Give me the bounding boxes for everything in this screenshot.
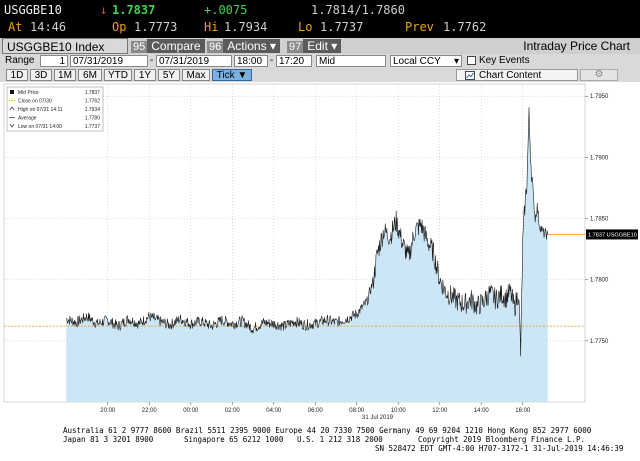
- open-value: 1.7773: [134, 20, 178, 34]
- period-5y-button[interactable]: 5Y: [158, 69, 180, 81]
- x-tick-label: 12:00: [432, 408, 448, 414]
- y-tick-label: 1.7950: [590, 94, 609, 100]
- gear-icon: ⚙: [594, 69, 604, 80]
- x-tick-label: 08:00: [349, 408, 365, 414]
- chart-content-icon: [465, 71, 475, 80]
- prev-value: 1.7762: [443, 20, 487, 34]
- title-bar: USGGBE10 Index 95 Compare 96 Actions ▾ 97 E…: [0, 38, 640, 54]
- price-chart[interactable]: 20:00 22:00 00:00 02:00 04:00 06:00 08:00 10:00…: [0, 82, 640, 425]
- down-arrow-icon: ↓: [100, 3, 108, 17]
- y-tick-label: 1.7750: [590, 339, 609, 345]
- legend-item-label: High on 07/31 14:11: [18, 107, 63, 113]
- period-1m-button[interactable]: 1M: [54, 69, 76, 81]
- footer-contacts-japan: Japan 81 3 3201 8900: [63, 435, 154, 444]
- legend-swatch-icon: [10, 90, 14, 94]
- low-label: Lo: [298, 20, 313, 34]
- x-tick-label: 00:00: [183, 408, 199, 414]
- x-tick-label: 02:00: [225, 408, 241, 414]
- period-max-button[interactable]: Max: [182, 69, 210, 81]
- actions-label: Actions: [227, 39, 267, 53]
- tick-select[interactable]: Tick ▼: [212, 69, 252, 81]
- y-tick-label: 1.7850: [590, 217, 609, 223]
- edit-menu[interactable]: 97 Edit ▾: [287, 38, 342, 54]
- quote-ticker: USGGBE10: [4, 3, 62, 17]
- start-time-field[interactable]: 18:00: [234, 55, 268, 67]
- footer-session-info: SN 528472 EDT GMT-4:00 H707-3172-1 31-Ju…: [375, 444, 624, 453]
- footer-copyright: Copyright 2019 Bloomberg Finance L.P.: [418, 435, 586, 444]
- x-tick-label: 04:00: [266, 408, 282, 414]
- currency-select[interactable]: Local CCY ▾: [390, 55, 462, 67]
- period-6m-button[interactable]: 6M: [78, 69, 102, 81]
- start-date-field[interactable]: 07/31/2019: [70, 55, 148, 67]
- legend-item-value: 1.7837: [85, 90, 101, 96]
- legend-item-value: 1.7762: [85, 99, 101, 105]
- actions-dropdown-icon: ▾: [269, 39, 276, 53]
- x-tick-label: 16:00: [515, 408, 531, 414]
- at-label: At: [8, 20, 23, 34]
- chart-content-button[interactable]: Chart Content: [456, 69, 578, 81]
- range-label: Range: [5, 55, 35, 66]
- footer-contacts-singapore: Singapore 65 6212 1000: [184, 435, 284, 444]
- last-price: 1.7837: [112, 3, 156, 17]
- chart-title: Intraday Price Chart: [523, 39, 630, 53]
- x-tick-label: 20:00: [100, 408, 116, 414]
- open-label: Op: [112, 20, 127, 34]
- legend-item-value: 1.7780: [85, 116, 101, 122]
- low-value: 1.7737: [320, 20, 364, 34]
- legend-item-value: 1.7737: [85, 124, 101, 130]
- key-events-toggle[interactable]: Key Events: [467, 55, 530, 67]
- settings-button[interactable]: ⚙: [580, 69, 618, 81]
- y-tick-label: 1.7900: [590, 155, 609, 161]
- x-tick-label: 06:00: [308, 408, 324, 414]
- range-controls: Range 1 07/31/2019 - 07/31/2019 18:00 - …: [0, 54, 640, 68]
- period-1d-button[interactable]: 1D: [6, 69, 28, 81]
- legend-item-label: Low on 07/31 14:00: [18, 124, 62, 130]
- last-price-tag-label: 1.7837 USGGBE10: [588, 232, 637, 238]
- range-value-field[interactable]: 1: [40, 55, 68, 67]
- legend-item-value: 1.7934: [85, 107, 101, 113]
- edit-label: Edit: [307, 39, 328, 53]
- time-separator: -: [270, 55, 274, 66]
- footer-contacts-1: Australia 61 2 9777 8600 Brazil 5511 239…: [63, 426, 592, 435]
- x-tick-label: 14:00: [474, 408, 490, 414]
- net-change: +.0075: [204, 3, 248, 17]
- period-buttons: 1D 3D 1M 6M YTD 1Y 5Y Max Tick ▼ Chart C…: [0, 68, 640, 82]
- key-events-checkbox[interactable]: [467, 55, 476, 65]
- y-tick-label: 1.7800: [590, 278, 609, 284]
- compare-menu[interactable]: 95 Compare: [131, 38, 205, 54]
- end-time-field[interactable]: 17:20: [276, 55, 312, 67]
- legend-item-label: Close on 07/30: [18, 99, 52, 105]
- end-date-field[interactable]: 07/31/2019: [156, 55, 232, 67]
- currency-value: Local CCY: [393, 56, 441, 67]
- security-field[interactable]: USGGBE10 Index: [2, 38, 128, 54]
- x-date-label: 31 Jul 2019: [362, 415, 394, 421]
- bid-ask: 1.7814/1.7860: [311, 3, 405, 17]
- x-tick-label: 10:00: [391, 408, 407, 414]
- period-1y-button[interactable]: 1Y: [134, 69, 156, 81]
- edit-shortcut: 97: [287, 41, 304, 53]
- currency-dropdown-icon: ▾: [453, 56, 459, 67]
- footer-contacts-us: U.S. 1 212 318 2000: [297, 435, 383, 444]
- chart-canvas[interactable]: 20:00 22:00 00:00 02:00 04:00 06:00 08:00 10:00…: [0, 82, 640, 425]
- actions-menu[interactable]: 96 Actions ▾: [207, 38, 280, 54]
- at-time: 14:46: [30, 20, 67, 34]
- key-events-label: Key Events: [479, 55, 530, 66]
- quote-header: USGGBE10 ↓ 1.7837 +.0075 1.7814/1.7860 A…: [0, 0, 640, 38]
- price-type-select[interactable]: Mid: [316, 55, 386, 67]
- high-label: Hi: [204, 20, 219, 34]
- high-value: 1.7934: [224, 20, 268, 34]
- period-ytd-button[interactable]: YTD: [104, 69, 132, 81]
- compare-shortcut: 95: [131, 41, 148, 53]
- legend-item-label: Average: [18, 116, 37, 122]
- chart-content-label: Chart Content: [479, 70, 542, 81]
- actions-shortcut: 96: [207, 41, 224, 53]
- x-tick-label: 22:00: [142, 408, 158, 414]
- legend-item-label: Mid Price: [18, 90, 39, 96]
- footer: Australia 61 2 9777 8600 Brazil 5511 239…: [0, 425, 640, 461]
- edit-dropdown-icon: ▾: [331, 39, 338, 53]
- compare-label: Compare: [147, 39, 205, 53]
- period-3d-button[interactable]: 3D: [30, 69, 52, 81]
- date-separator: -: [150, 55, 154, 66]
- prev-label: Prev: [405, 20, 434, 34]
